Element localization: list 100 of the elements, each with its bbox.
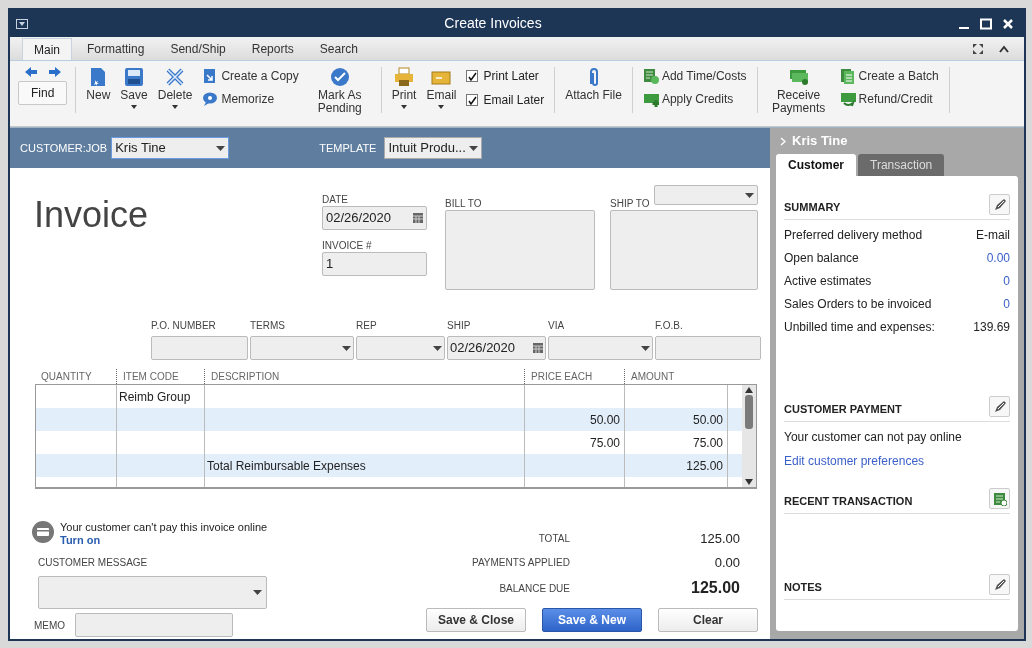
credit-card-icon	[32, 521, 54, 543]
preferences-link[interactable]: Edit customer preferences	[784, 452, 1010, 470]
toolbar-button[interactable]: Add Time/Costs	[642, 67, 747, 85]
template-dropdown[interactable]: Intuit Produ...	[384, 137, 483, 159]
calendar-icon	[413, 213, 423, 223]
input-field[interactable]: 02/26/2020	[447, 336, 546, 360]
checkmark-icon	[468, 95, 477, 105]
toolbar-button[interactable]: Create a Copy	[202, 67, 299, 85]
toolbar-button[interactable]: Delete	[157, 67, 193, 109]
field-label: CUSTOMER:JOB	[20, 140, 108, 156]
dropdown-field[interactable]	[548, 336, 653, 360]
field-label: VIA	[548, 319, 566, 333]
dropdown-caret-icon	[641, 345, 650, 351]
section-title: RECENT TRANSACTION	[784, 493, 913, 509]
action-button[interactable]: Clear	[658, 608, 758, 632]
summary-link[interactable]: 0	[1003, 272, 1010, 290]
checkbox[interactable]	[466, 70, 479, 82]
section-title: NOTES	[784, 579, 822, 595]
toolbar-button[interactable]: Email	[426, 67, 457, 109]
toolbar-button[interactable]: Attach File	[565, 67, 622, 102]
ribbon-tab[interactable]: Reports	[240, 38, 305, 60]
chevron-right-icon	[780, 136, 786, 146]
close-icon[interactable]	[1002, 17, 1014, 30]
customer-name: Kris Tine	[792, 132, 848, 151]
checkmark-icon	[468, 71, 477, 81]
bill-to-field[interactable]	[445, 210, 595, 290]
edit-button[interactable]	[989, 574, 1010, 595]
field-label: CUSTOMER MESSAGE	[38, 556, 149, 570]
toolbar-button[interactable]: Receive Payments	[767, 67, 830, 115]
total-label: TOTAL	[537, 532, 570, 547]
edit-button[interactable]	[989, 396, 1010, 417]
summary-value: E-mail	[976, 227, 1010, 244]
summary-label: Open balance	[784, 250, 859, 267]
field-label: SHIP	[447, 319, 472, 333]
toolbar-button[interactable]: New	[86, 67, 111, 102]
toolbar-button[interactable]: Apply Credits	[642, 90, 747, 108]
pencil-icon	[992, 197, 1007, 212]
money-arrow-icon	[839, 90, 856, 108]
dropdown-caret-icon	[172, 105, 179, 109]
input-field[interactable]	[655, 336, 761, 360]
ribbon-tab[interactable]: Main	[22, 38, 72, 60]
panel-tab[interactable]: Transaction	[858, 154, 945, 176]
toolbar-button[interactable]: Memorize	[202, 90, 299, 108]
panel-tab[interactable]: Customer	[776, 154, 856, 176]
column-header: AMOUNT	[624, 368, 743, 384]
ribbon-tab[interactable]: Search	[308, 38, 369, 60]
toolbar-button[interactable]: Refund/Credit	[839, 90, 939, 108]
column-header: ITEM CODE	[116, 368, 204, 384]
total-label: PAYMENTS APPLIED	[472, 555, 570, 570]
checkbox-label: Email Later	[483, 92, 545, 109]
input-field[interactable]	[151, 336, 248, 360]
ship-to-field[interactable]	[610, 210, 758, 290]
summary-link[interactable]: 0.00	[986, 249, 1010, 267]
checkbox[interactable]	[466, 94, 479, 106]
dropdown-field[interactable]	[250, 336, 354, 360]
field-label: TEMPLATE	[319, 140, 377, 156]
summary-link[interactable]: 0	[1003, 295, 1010, 313]
toolbar-button[interactable]: Mark As Pending	[308, 67, 371, 115]
toolbar-button[interactable]: Create a Batch	[839, 67, 939, 85]
back-arrow-icon	[24, 67, 37, 77]
dropdown-caret-icon	[131, 105, 138, 109]
toolbar-button[interactable]: Save	[120, 67, 148, 109]
dropdown-caret-icon	[745, 192, 754, 198]
field-label: F.O.B.	[655, 319, 684, 333]
forward-arrow-icon	[48, 67, 61, 77]
summary-label: Sales Orders to be invoiced	[784, 296, 932, 313]
report-icon	[992, 491, 1007, 506]
edit-button[interactable]	[989, 194, 1010, 215]
memo-field[interactable]	[75, 613, 234, 637]
invoice-title: Invoice	[34, 193, 149, 237]
timesheet-clock-icon	[642, 67, 659, 85]
pencil-icon	[992, 577, 1007, 592]
total-value: 125.00	[699, 530, 740, 548]
window-menu-button[interactable]	[16, 18, 28, 29]
ribbon-tab[interactable]: Send/Ship	[159, 38, 237, 60]
invoice-number-field[interactable]: 1	[322, 252, 427, 276]
scroll-thumb[interactable]	[745, 395, 753, 429]
dropdown-caret-icon	[438, 105, 445, 109]
dropdown-field[interactable]	[356, 336, 445, 360]
dropdown-caret-icon	[342, 345, 351, 351]
turn-on-link[interactable]: Turn on	[60, 534, 268, 547]
scrollbar[interactable]	[742, 385, 756, 487]
report-button[interactable]	[989, 488, 1010, 509]
dropdown-caret-icon	[433, 345, 442, 351]
document-stack-icon	[839, 67, 856, 85]
money-stack-icon	[788, 67, 809, 87]
payment-text: Your customer can not pay online	[784, 429, 963, 446]
date-field[interactable]: 02/26/2020	[322, 206, 427, 230]
dropdown-caret-icon	[216, 145, 226, 151]
field-label: INVOICE #	[322, 239, 372, 253]
toolbar-button[interactable]: Print	[391, 67, 417, 109]
find-button[interactable]: Find	[18, 81, 68, 105]
ribbon-tab[interactable]: Formatting	[76, 38, 156, 60]
action-button[interactable]: Save & New	[542, 608, 642, 632]
action-button[interactable]: Save & Close	[426, 608, 526, 632]
summary-label: Unbilled time and expenses:	[784, 319, 935, 336]
maximize-icon[interactable]	[980, 17, 992, 30]
customer-dropdown[interactable]: Kris Tine	[111, 137, 230, 159]
section-title: CUSTOMER PAYMENT	[784, 401, 902, 417]
column-header: DESCRIPTION	[204, 368, 524, 384]
